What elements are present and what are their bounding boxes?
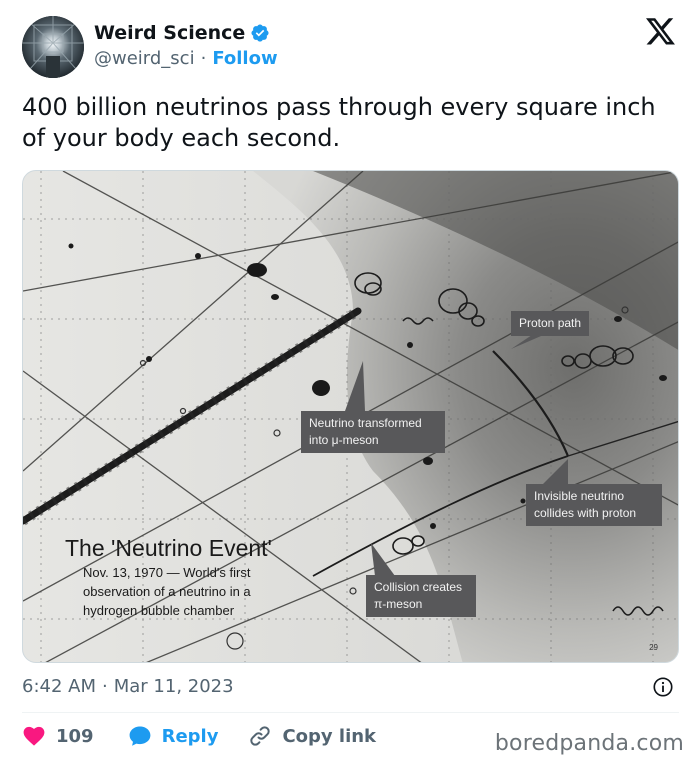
- annotation-collision: Collision creates π-meson: [366, 575, 476, 617]
- verified-badge-icon: [251, 24, 269, 42]
- annotation-neutrino-transformed: Neutrino transformed into μ-meson: [301, 411, 445, 453]
- watermark: boredpanda.com: [494, 731, 684, 756]
- annotation-invisible-neutrino: Invisible neutrino collides with proton: [526, 484, 662, 526]
- page-number: 29: [649, 643, 658, 652]
- author-handle[interactable]: @weird_sci: [94, 48, 195, 69]
- speech-bubble-icon: [129, 726, 150, 746]
- reply-label: Reply: [161, 725, 219, 747]
- tweet-time[interactable]: 6:42 AM: [22, 676, 96, 697]
- tweet-date[interactable]: Mar 11, 2023: [114, 676, 234, 697]
- divider: [22, 712, 679, 713]
- like-button[interactable]: 109: [22, 724, 94, 748]
- event-subtitle: Nov. 13, 1970 — World's first observatio…: [83, 565, 251, 618]
- author-display-name[interactable]: Weird Science: [94, 22, 245, 44]
- copy-link-button[interactable]: Copy link: [248, 724, 376, 748]
- handle-separator: ·: [200, 48, 207, 69]
- copy-link-label: Copy link: [282, 725, 377, 747]
- heart-icon: [23, 726, 45, 746]
- timestamp-separator: ·: [102, 676, 108, 697]
- follow-button[interactable]: Follow: [212, 48, 277, 69]
- tweet-text: 400 billion neutrinos pass through every…: [22, 93, 656, 152]
- action-bar: 109 Reply Copy link: [22, 724, 376, 748]
- like-count: 109: [56, 725, 94, 747]
- reply-button[interactable]: Reply: [128, 724, 219, 748]
- tweet-timestamp[interactable]: 6:42 AM · Mar 11, 2023: [22, 676, 234, 697]
- tweet-media-image[interactable]: Proton path Neutrino transformed into μ-…: [22, 170, 679, 663]
- info-icon[interactable]: [652, 676, 674, 698]
- x-logo-icon[interactable]: [646, 18, 676, 46]
- event-title: The 'Neutrino Event': [65, 535, 272, 561]
- avatar[interactable]: [22, 16, 84, 78]
- annotation-proton-path: Proton path: [511, 311, 590, 336]
- link-icon: [250, 726, 271, 746]
